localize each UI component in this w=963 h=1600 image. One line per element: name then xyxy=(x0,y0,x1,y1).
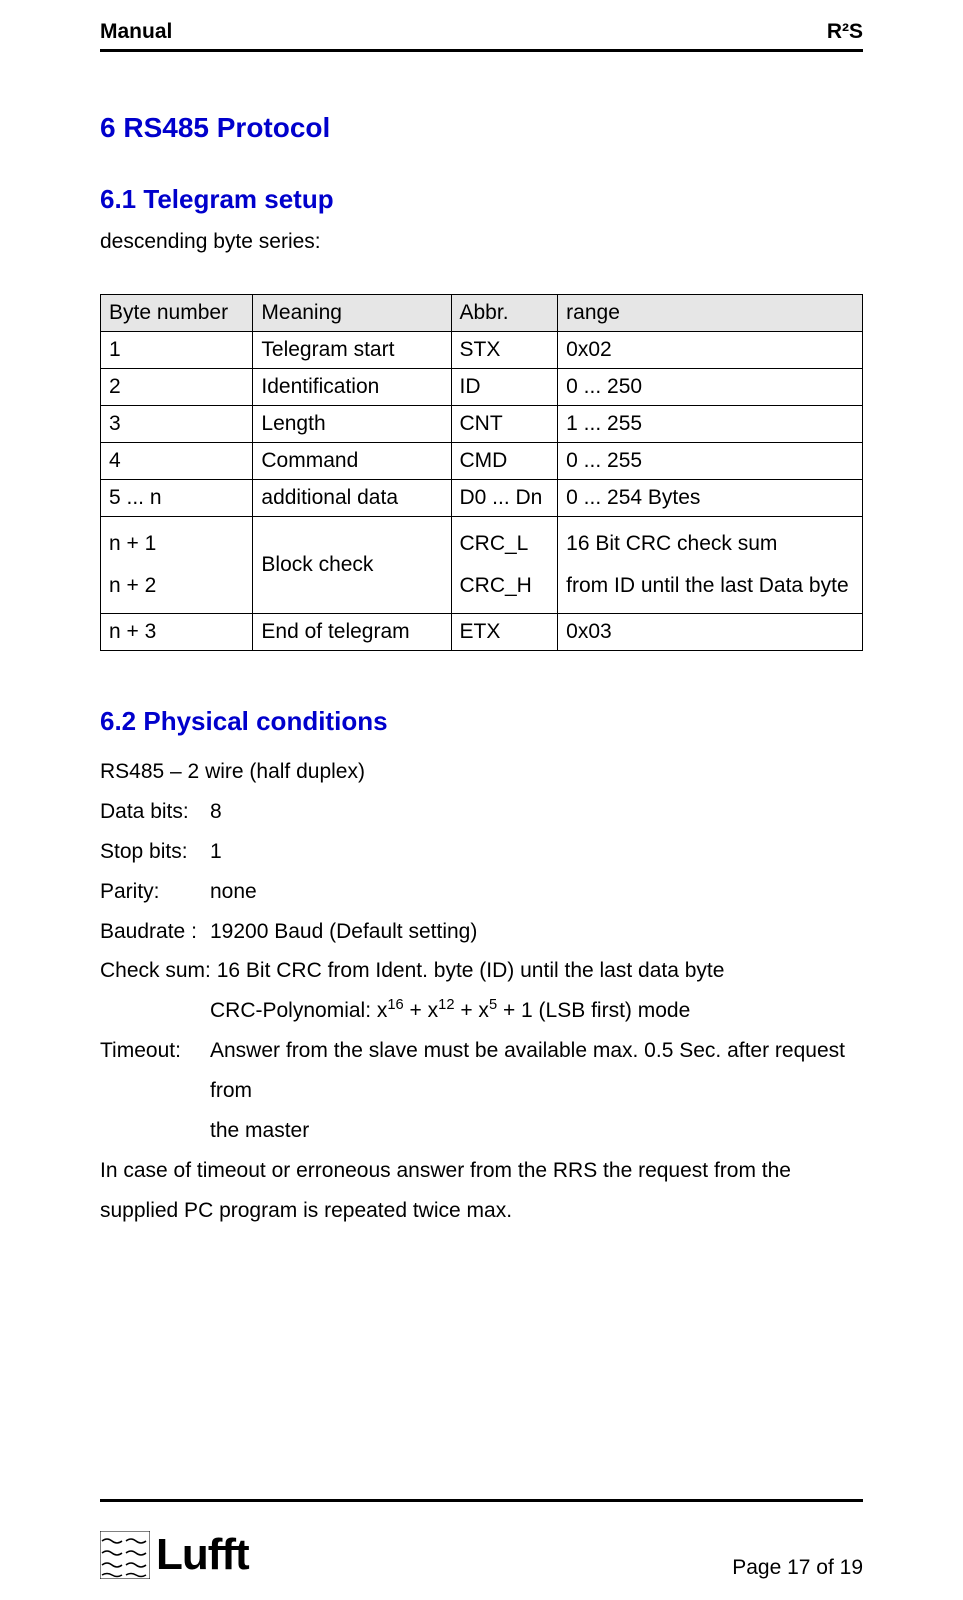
table-cell: 0 ... 254 Bytes xyxy=(558,480,863,517)
value: 19200 Baud (Default setting) xyxy=(210,912,477,952)
page-header: Manual R²S xyxy=(100,20,863,49)
closing-text: In case of timeout or erroneous answer f… xyxy=(100,1151,863,1231)
header-divider xyxy=(100,49,863,52)
section-heading-6: 6 RS485 Protocol xyxy=(100,112,863,144)
table-row: n + 1 n + 2 Block check CRC_L CRC_H 16 B… xyxy=(101,517,863,614)
table-cell: CRC_L CRC_H xyxy=(451,517,558,614)
table-cell: n + 1 n + 2 xyxy=(101,517,253,614)
spec-baudrate: Baudrate : 19200 Baud (Default setting) xyxy=(100,912,863,952)
timeout-continuation: the master xyxy=(100,1111,863,1151)
cell-line: CRC_H xyxy=(460,565,550,607)
table-row: 4 Command CMD 0 ... 255 xyxy=(101,443,863,480)
section-heading-6-2: 6.2 Physical conditions xyxy=(100,706,863,737)
table-row: 1 Telegram start STX 0x02 xyxy=(101,332,863,369)
table-header-row: Byte number Meaning Abbr. range xyxy=(101,295,863,332)
table-cell: ETX xyxy=(451,614,558,651)
cell-line: from ID until the last Data byte xyxy=(566,565,854,607)
table-cell: 16 Bit CRC check sum from ID until the l… xyxy=(558,517,863,614)
label: Baudrate : xyxy=(100,912,210,952)
table-cell: End of telegram xyxy=(253,614,451,651)
table-cell: n + 3 xyxy=(101,614,253,651)
logo-text: Lufft xyxy=(156,1530,249,1580)
table-cell: 3 xyxy=(101,406,253,443)
table-cell: Telegram start xyxy=(253,332,451,369)
table-row: 2 Identification ID 0 ... 250 xyxy=(101,369,863,406)
table-header-cell: Meaning xyxy=(253,295,451,332)
table-cell: 5 ... n xyxy=(101,480,253,517)
table-cell: Length xyxy=(253,406,451,443)
table-header-cell: range xyxy=(558,295,863,332)
spec-stopbits: Stop bits: 1 xyxy=(100,832,863,872)
value: none xyxy=(210,872,257,912)
cell-line: 16 Bit CRC check sum xyxy=(566,523,854,565)
value: Answer from the slave must be available … xyxy=(210,1031,863,1111)
table-cell: 2 xyxy=(101,369,253,406)
table-cell: 0 ... 255 xyxy=(558,443,863,480)
physical-conditions-body: RS485 – 2 wire (half duplex) Data bits: … xyxy=(100,752,863,1231)
header-left: Manual xyxy=(100,20,172,44)
footer-divider xyxy=(100,1499,863,1502)
table-cell: CMD xyxy=(451,443,558,480)
table-cell: 0x03 xyxy=(558,614,863,651)
spec-checksum: Check sum: 16 Bit CRC from Ident. byte (… xyxy=(100,951,863,991)
table-cell: 0 ... 250 xyxy=(558,369,863,406)
table-cell: STX xyxy=(451,332,558,369)
table-row: 3 Length CNT 1 ... 255 xyxy=(101,406,863,443)
table-cell: additional data xyxy=(253,480,451,517)
table-cell: D0 ... Dn xyxy=(451,480,558,517)
label: Parity: xyxy=(100,872,210,912)
spec-databits: Data bits: 8 xyxy=(100,792,863,832)
spec-timeout: Timeout: Answer from the slave must be a… xyxy=(100,1031,863,1111)
telegram-table: Byte number Meaning Abbr. range 1 Telegr… xyxy=(100,294,863,651)
table-cell: 1 ... 255 xyxy=(558,406,863,443)
label: Data bits: xyxy=(100,792,210,832)
header-right: R²S xyxy=(827,20,863,44)
table-cell: 1 xyxy=(101,332,253,369)
cell-line: CRC_L xyxy=(460,523,550,565)
cell-line: n + 2 xyxy=(109,565,244,607)
table-row: n + 3 End of telegram ETX 0x03 xyxy=(101,614,863,651)
crc-polynomial: CRC-Polynomial: x16 + x12 + x5 + 1 (LSB … xyxy=(100,991,863,1031)
cell-line: n + 1 xyxy=(109,523,244,565)
table-cell: Identification xyxy=(253,369,451,406)
table-header-cell: Byte number xyxy=(101,295,253,332)
logo-icon xyxy=(100,1531,150,1579)
table-cell: ID xyxy=(451,369,558,406)
table-cell: CNT xyxy=(451,406,558,443)
table-cell: 0x02 xyxy=(558,332,863,369)
table-cell: 4 xyxy=(101,443,253,480)
spec-parity: Parity: none xyxy=(100,872,863,912)
value: 8 xyxy=(210,792,222,832)
page-footer: Lufft Page 17 of 19 xyxy=(100,1499,863,1580)
lufft-logo: Lufft xyxy=(100,1530,249,1580)
label: Timeout: xyxy=(100,1031,210,1111)
line-rs485: RS485 – 2 wire (half duplex) xyxy=(100,752,863,792)
table-cell: Command xyxy=(253,443,451,480)
page-number: Page 17 of 19 xyxy=(732,1556,863,1580)
value: 1 xyxy=(210,832,222,872)
section-heading-6-1: 6.1 Telegram setup xyxy=(100,184,863,215)
intro-text: descending byte series: xyxy=(100,230,863,254)
table-cell: Block check xyxy=(253,517,451,614)
table-row: 5 ... n additional data D0 ... Dn 0 ... … xyxy=(101,480,863,517)
table-header-cell: Abbr. xyxy=(451,295,558,332)
label: Stop bits: xyxy=(100,832,210,872)
